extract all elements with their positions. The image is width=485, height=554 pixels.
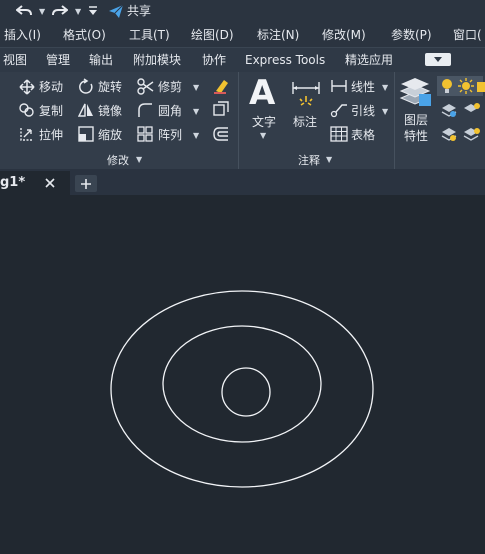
scale-label[interactable]: 缩放: [98, 129, 122, 141]
menu-insert[interactable]: 插入(I): [4, 29, 41, 41]
layer-properties-button[interactable]: 图层 特性: [399, 76, 435, 146]
undo-icon[interactable]: [16, 4, 32, 18]
fillet-dropdown-icon[interactable]: ▼: [193, 107, 199, 116]
trim-label[interactable]: 修剪: [158, 81, 182, 93]
scale-icon[interactable]: [78, 126, 94, 142]
inner-circle: [221, 367, 271, 417]
array-label[interactable]: 阵列: [158, 129, 182, 141]
explode-icon[interactable]: [212, 101, 230, 118]
menu-parametric[interactable]: 参数(P): [391, 29, 432, 41]
tab-addins[interactable]: 附加模块: [133, 54, 181, 66]
dimension-label: 标注: [293, 115, 318, 129]
outer-ellipse: [110, 290, 374, 488]
mirror-icon[interactable]: [78, 102, 94, 118]
leader-label[interactable]: 引线: [351, 105, 375, 117]
move-icon[interactable]: [19, 79, 35, 95]
stretch-icon[interactable]: [19, 126, 35, 142]
modify-panel-expand-icon[interactable]: ▼: [136, 155, 142, 164]
move-label[interactable]: 移动: [39, 81, 63, 93]
layer-properties-icon: [399, 78, 431, 106]
fillet-label[interactable]: 圆角: [158, 105, 182, 117]
share-label: 共享: [127, 4, 152, 18]
layer-properties-label-line2: 特性: [404, 129, 429, 143]
linear-dimension-icon[interactable]: [330, 78, 348, 94]
text-button[interactable]: A 文字 ▼: [246, 76, 282, 142]
table-label[interactable]: 表格: [351, 129, 375, 141]
text-label: 文字: [252, 115, 277, 129]
ribbon-tab-bar: 视图 管理 输出 附加模块 协作 Express Tools 精选应用: [0, 48, 485, 73]
offset-icon[interactable]: [212, 126, 230, 142]
minimize-ribbon-icon: [434, 57, 442, 62]
tab-manage[interactable]: 管理: [46, 54, 70, 66]
trim-dropdown-icon[interactable]: ▼: [193, 83, 199, 92]
drawing-geometry: [110, 290, 374, 488]
share-button[interactable]: 共享: [106, 2, 156, 21]
layer-tool-1-icon[interactable]: [441, 102, 457, 118]
layer-tool-3-icon[interactable]: [441, 126, 457, 142]
share-plane-icon: [109, 4, 124, 18]
array-icon[interactable]: [137, 126, 153, 142]
layer-tool-4-icon[interactable]: [463, 126, 481, 142]
erase-icon[interactable]: [212, 77, 230, 95]
panel-divider-annotation: [394, 72, 395, 169]
trim-icon[interactable]: [137, 78, 155, 95]
drawing-canvas[interactable]: [0, 195, 485, 554]
dimension-button[interactable]: 标注: [289, 76, 323, 132]
table-icon[interactable]: [330, 126, 348, 142]
ribbon-minimize-button[interactable]: [425, 53, 451, 66]
copy-label[interactable]: 复制: [39, 105, 63, 117]
menu-draw[interactable]: 绘图(D): [191, 29, 234, 41]
tab-featured-apps[interactable]: 精选应用: [345, 54, 393, 66]
layer-properties-label-line1: 图层: [404, 113, 429, 127]
customize-qat-icon[interactable]: [88, 6, 98, 16]
rotate-label[interactable]: 旋转: [98, 81, 122, 93]
leader-icon[interactable]: [330, 102, 348, 118]
menu-modify[interactable]: 修改(M): [322, 29, 366, 41]
middle-ellipse: [162, 325, 322, 443]
document-tab[interactable]: g1*: [0, 171, 70, 195]
document-tab-bar: [0, 169, 485, 195]
array-dropdown-icon[interactable]: ▼: [193, 131, 199, 140]
copy-icon[interactable]: [19, 102, 35, 118]
leader-dropdown-icon[interactable]: ▼: [382, 107, 388, 116]
tab-collaborate[interactable]: 协作: [202, 54, 226, 66]
close-tab-icon[interactable]: [45, 178, 55, 188]
text-dropdown-icon: ▼: [260, 131, 267, 140]
mirror-label[interactable]: 镜像: [98, 105, 122, 117]
new-tab-button[interactable]: [75, 175, 97, 192]
layer-color-icon[interactable]: [477, 82, 485, 92]
panel-divider-modify: [238, 72, 239, 169]
redo-icon[interactable]: [52, 4, 68, 18]
text-large-a-icon: A: [249, 73, 276, 113]
annotation-panel-expand-icon[interactable]: ▼: [326, 155, 332, 164]
fillet-icon[interactable]: [137, 102, 153, 118]
linear-dropdown-icon[interactable]: ▼: [382, 83, 388, 92]
modify-panel-title[interactable]: 修改: [107, 152, 129, 168]
redo-dropdown-icon[interactable]: ▼: [75, 7, 81, 16]
tab-view[interactable]: 视图: [3, 54, 27, 66]
rotate-icon[interactable]: [78, 78, 94, 95]
layer-tool-2-icon[interactable]: [463, 102, 481, 118]
layer-thaw-sun-icon[interactable]: [458, 78, 474, 94]
dimension-icon: [292, 82, 320, 106]
linear-label[interactable]: 线性: [351, 81, 375, 93]
layer-on-bulb-icon[interactable]: [441, 78, 453, 94]
menu-bar: 插入(I) 格式(O) 工具(T) 绘图(D) 标注(N) 修改(M) 参数(P…: [0, 23, 485, 48]
undo-dropdown-icon[interactable]: ▼: [39, 7, 45, 16]
document-tab-title: g1*: [0, 175, 26, 190]
menu-window[interactable]: 窗口(: [453, 29, 482, 41]
plus-icon: [81, 179, 91, 189]
stretch-label[interactable]: 拉伸: [39, 129, 63, 141]
quick-access-toolbar: ▼ ▼ 共享: [0, 0, 485, 23]
menu-format[interactable]: 格式(O): [63, 29, 106, 41]
tab-express-tools[interactable]: Express Tools: [245, 54, 325, 66]
menu-tools[interactable]: 工具(T): [129, 29, 170, 41]
menu-dimension[interactable]: 标注(N): [257, 29, 299, 41]
tab-output[interactable]: 输出: [89, 54, 113, 66]
annotation-panel-title[interactable]: 注释: [298, 152, 320, 168]
